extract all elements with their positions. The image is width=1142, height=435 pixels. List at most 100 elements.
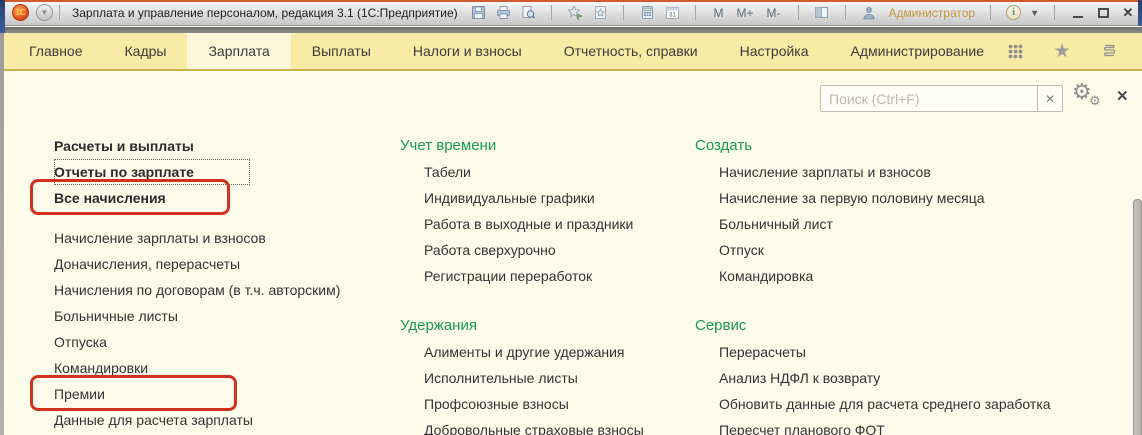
divider — [1054, 5, 1055, 20]
link-profsoyuznye-vznosy[interactable]: Профсоюзные взносы — [424, 391, 569, 417]
title-bar: 1С ▼ Зарплата и управление персоналом, р… — [0, 0, 1142, 26]
divider — [59, 5, 60, 20]
memory-minus-button[interactable]: M- — [765, 6, 783, 20]
section-items: Перерасчеты Анализ НДФЛ к возврату Обнов… — [719, 339, 1051, 435]
divider — [845, 5, 846, 20]
section-items: Табели Индивидуальные графики Работа в в… — [424, 159, 644, 289]
link-komandirovka[interactable]: Командировка — [719, 263, 813, 289]
divider — [623, 5, 624, 20]
tab-nastroyka[interactable]: Настройка — [719, 33, 830, 69]
tab-administrirovanie[interactable]: Администрирование — [830, 33, 1006, 69]
memory-plus-button[interactable]: M+ — [734, 6, 755, 20]
favorites-icon[interactable] — [592, 5, 608, 21]
link-tabeli[interactable]: Табели — [424, 159, 471, 185]
app-window: 1С ▼ Зарплата и управление персоналом, р… — [0, 0, 1142, 435]
titlebar-toolbar: 31 M M+ M- Администратор i ▼ ✕ — [470, 5, 1136, 21]
info-icon[interactable]: i — [1006, 5, 1021, 20]
vertical-scrollbar[interactable] — [1133, 199, 1142, 435]
link-otpuska[interactable]: Отпуска — [54, 329, 107, 355]
tab-glavnoe[interactable]: Главное — [8, 33, 104, 69]
link-individualnye-grafiki[interactable]: Индивидуальные графики — [424, 185, 595, 211]
link-donachisleniya[interactable]: Доначисления, перерасчеты — [54, 251, 240, 277]
link-obnovit-dannye[interactable]: Обновить данные для расчета среднего зар… — [719, 391, 1051, 417]
chevron-down-icon: ▼ — [41, 8, 49, 17]
function-menu-panel: ✕ ⚙ ⚙ ✕ Расчеты и выплаты Отчеты по зарп… — [4, 71, 1142, 435]
section-uchet-vremeni: Учет времени Табели Индивидуальные графи… — [400, 133, 644, 289]
calculator-icon[interactable] — [639, 5, 655, 21]
close-button[interactable]: ✕ — [1120, 5, 1136, 21]
add-favorite-icon[interactable] — [567, 5, 583, 21]
link-rabota-sverhurochno[interactable]: Работа сверхурочно — [424, 237, 556, 263]
close-panel-icon[interactable]: ✕ — [1116, 89, 1129, 104]
section-items: Начисление зарплаты и взносов Начисление… — [719, 159, 1051, 289]
favorites-star-icon[interactable]: ★ — [1052, 41, 1072, 61]
link-nachislenie-zarplaty[interactable]: Начисление зарплаты и взносов — [54, 225, 266, 251]
split-window-icon[interactable] — [814, 5, 830, 21]
all-functions-grid-icon[interactable] — [1005, 41, 1025, 61]
section-tabbar: Главное Кадры Зарплата Выплаты Налоги и … — [4, 33, 1142, 71]
print-icon[interactable] — [495, 5, 511, 21]
memory-recall-button[interactable]: M — [711, 6, 725, 20]
link-bolnichnyj-list[interactable]: Больничный лист — [719, 211, 833, 237]
regular-links: Начисление зарплаты и взносов Доначислен… — [54, 225, 340, 433]
link-komandirovki[interactable]: Командировки — [54, 355, 148, 381]
divider — [990, 5, 991, 20]
menu-column-right: Создать Начисление зарплаты и взносов На… — [695, 133, 1051, 435]
link-alimenty[interactable]: Алименты и другие удержания — [424, 339, 625, 365]
link-rabota-v-vyhodnye[interactable]: Работа в выходные и праздники — [424, 211, 633, 237]
chevron-down-icon[interactable]: ▼ — [1030, 8, 1039, 18]
divider — [798, 5, 799, 20]
section-servis: Сервис Перерасчеты Анализ НДФЛ к возврат… — [695, 313, 1051, 435]
featured-links: Расчеты и выплаты Отчеты по зарплате Все… — [54, 133, 340, 211]
section-title[interactable]: Удержания — [400, 313, 477, 339]
link-dobrovolnye-strahovye[interactable]: Добровольные страховые взносы — [424, 417, 644, 435]
section-sozdat: Создать Начисление зарплаты и взносов На… — [695, 133, 1051, 289]
section-title[interactable]: Сервис — [695, 313, 746, 339]
svg-text:31: 31 — [669, 12, 677, 19]
section-uderzhaniya: Удержания Алименты и другие удержания Ис… — [400, 313, 644, 435]
tabbar-actions: ★ — [1005, 33, 1142, 69]
system-menu-button[interactable]: ▼ — [36, 4, 53, 21]
link-otpusk[interactable]: Отпуск — [719, 237, 764, 263]
settings-gear-icon[interactable]: ⚙ ⚙ — [1072, 81, 1106, 111]
link-analiz-ndfl[interactable]: Анализ НДФЛ к возврату — [719, 365, 880, 391]
tab-otchetnost[interactable]: Отчетность, справки — [543, 33, 719, 69]
save-icon[interactable] — [470, 5, 486, 21]
search-box: ✕ — [820, 85, 1063, 112]
link-registracii-pererabotok[interactable]: Регистрации переработок — [424, 263, 592, 289]
1c-logo-icon: 1С — [12, 4, 29, 21]
tab-vyplaty[interactable]: Выплаты — [291, 33, 392, 69]
link-sozdat-nachislenie[interactable]: Начисление зарплаты и взносов — [719, 159, 931, 185]
link-ispolnitelnye-listy[interactable]: Исполнительные листы — [424, 365, 578, 391]
tab-kadry[interactable]: Кадры — [104, 33, 188, 69]
menu-column-middle: Учет времени Табели Индивидуальные графи… — [400, 133, 644, 435]
section-title[interactable]: Учет времени — [400, 133, 496, 159]
link-otchety-po-zarplate[interactable]: Отчеты по зарплате — [54, 159, 250, 185]
gear-icon: ⚙ — [1089, 94, 1101, 107]
clear-search-icon[interactable]: ✕ — [1038, 85, 1063, 112]
tab-nalogi[interactable]: Налоги и взносы — [392, 33, 543, 69]
history-icon[interactable] — [1099, 41, 1119, 61]
link-bolnichnye-listy[interactable]: Больничные листы — [54, 303, 178, 329]
link-vse-nachisleniya[interactable]: Все начисления — [54, 185, 250, 211]
search-input[interactable] — [820, 85, 1038, 112]
link-nachislenie-za-pervuyu-polovinu[interactable]: Начисление за первую половину месяца — [719, 185, 985, 211]
link-premii[interactable]: Премии — [54, 381, 105, 407]
user-icon — [861, 5, 877, 21]
link-pereraschety[interactable]: Перерасчеты — [719, 339, 806, 365]
link-pereschet-fot[interactable]: Пересчет планового ФОТ — [719, 417, 885, 435]
current-user-label[interactable]: Администратор — [889, 6, 976, 20]
tab-zarplata[interactable]: Зарплата — [187, 33, 290, 69]
section-title[interactable]: Создать — [695, 133, 752, 159]
link-dannye-dlya-rascheta[interactable]: Данные для расчета зарплаты — [54, 407, 253, 433]
link-nachisleniya-po-dogovoram[interactable]: Начисления по договорам (в т.ч. авторски… — [54, 277, 340, 303]
divider — [551, 5, 552, 20]
window-border-corner — [1138, 0, 1142, 26]
calendar-icon[interactable]: 31 — [664, 5, 680, 21]
minimize-button[interactable] — [1070, 5, 1086, 21]
link-raschety-i-vyplaty[interactable]: Расчеты и выплаты — [54, 133, 250, 159]
print-preview-icon[interactable] — [520, 5, 536, 21]
window-title: Зарплата и управление персоналом, редакц… — [72, 6, 458, 20]
maximize-button[interactable] — [1095, 5, 1111, 21]
menu-column-main: Расчеты и выплаты Отчеты по зарплате Все… — [54, 133, 340, 433]
